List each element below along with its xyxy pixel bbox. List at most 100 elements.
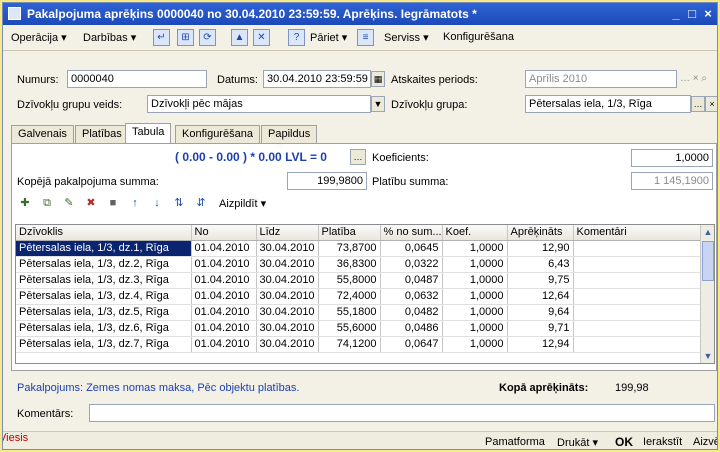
menu-darbibas[interactable]: Darbības ▾ — [83, 31, 136, 44]
table-cell[interactable]: 01.04.2010 — [191, 288, 257, 305]
table-cell[interactable]: 9,71 — [507, 320, 574, 337]
close-form-button[interactable]: Aizvērt — [693, 436, 717, 448]
pakalpojums-link[interactable]: Pakalpojums: Zemes nomas maksa, Pēc obje… — [17, 382, 299, 394]
table-cell[interactable]: 01.04.2010 — [191, 272, 257, 289]
table-cell[interactable] — [573, 336, 703, 353]
table-cell[interactable]: 73,8700 — [318, 240, 381, 257]
enter-icon[interactable]: ↵ — [153, 29, 170, 46]
sort-desc-icon[interactable]: ⇵ — [193, 195, 209, 211]
grupu-veids-select[interactable]: Dzīvokļi pēc mājas — [147, 95, 371, 113]
komentars-field[interactable] — [89, 404, 715, 422]
table-cell[interactable]: Pētersalas iela, 1/3, dz.5, Rīga — [16, 304, 192, 321]
grupa-field[interactable]: Pētersalas iela, 1/3, Rīga — [525, 95, 691, 113]
table-cell[interactable]: 36,8300 — [318, 256, 381, 273]
table-cell[interactable]: 1,0000 — [442, 320, 508, 337]
column-header[interactable]: Aprēķināts — [507, 225, 574, 241]
menu-serviss[interactable]: Serviss ▾ — [384, 31, 429, 44]
table-cell[interactable]: 0,0322 — [380, 256, 443, 273]
scroll-up-icon[interactable]: ▲ — [701, 225, 714, 239]
table-cell[interactable]: 30.04.2010 — [256, 288, 319, 305]
tab-konfiguresana[interactable]: Konfigurēšana — [175, 125, 260, 143]
edit-row-icon[interactable]: ✎ — [61, 195, 77, 211]
table-cell[interactable]: 12,64 — [507, 288, 574, 305]
scrollbar-thumb[interactable] — [702, 241, 714, 281]
table-cell[interactable]: 1,0000 — [442, 272, 508, 289]
column-header[interactable]: Komentāri — [573, 225, 703, 241]
table-cell[interactable]: 0,0486 — [380, 320, 443, 337]
select-ellipsis-icon[interactable]: … — [691, 96, 705, 112]
table-cell[interactable]: Pētersalas iela, 1/3, dz.3, Rīga — [16, 272, 192, 289]
print-button[interactable]: Drukāt ▾ — [557, 436, 598, 449]
tab-tabula[interactable]: Tabula — [125, 123, 172, 144]
kopeja-field[interactable]: 199,9800 — [287, 172, 367, 190]
table-cell[interactable]: 72,4000 — [318, 288, 381, 305]
end-edit-icon[interactable]: ■ — [105, 195, 121, 211]
table-row[interactable]: Pētersalas iela, 1/3, dz.6, Rīga 01.04.2… — [16, 320, 703, 337]
table-cell[interactable]: Pētersalas iela, 1/3, dz.4, Rīga — [16, 288, 192, 305]
table-cell[interactable]: Pētersalas iela, 1/3, dz.2, Rīga — [16, 256, 192, 273]
column-header[interactable]: No — [191, 225, 257, 241]
period-controls-icon[interactable]: … × ⌕ — [680, 73, 707, 84]
table-cell[interactable]: 55,1800 — [318, 304, 381, 321]
table-cell[interactable]: 30.04.2010 — [256, 256, 319, 273]
table-cell[interactable]: 0,0645 — [380, 240, 443, 257]
delete-row-icon[interactable]: ✖ — [83, 195, 99, 211]
column-header[interactable]: Platība — [318, 225, 381, 241]
sort-asc-icon[interactable]: ⇅ — [171, 195, 187, 211]
table-cell[interactable]: 0,0487 — [380, 272, 443, 289]
table-cell[interactable]: 0,0632 — [380, 288, 443, 305]
table-cell[interactable]: 74,1200 — [318, 336, 381, 353]
table-cell[interactable]: 30.04.2010 — [256, 304, 319, 321]
aizpildit-button[interactable]: Aizpildīt ▾ — [219, 197, 266, 210]
table-cell[interactable] — [573, 256, 703, 273]
table-cell[interactable]: 30.04.2010 — [256, 320, 319, 337]
refresh-icon[interactable]: ⟳ — [199, 29, 216, 46]
unpost-icon[interactable]: ✕ — [253, 29, 270, 46]
close-button[interactable]: × — [699, 5, 717, 23]
table-row[interactable]: Pētersalas iela, 1/3, dz.4, Rīga 01.04.2… — [16, 288, 703, 305]
table-cell[interactable]: 01.04.2010 — [191, 256, 257, 273]
table-cell[interactable]: 55,8000 — [318, 272, 381, 289]
table-cell[interactable]: 12,90 — [507, 240, 574, 257]
calendar-icon[interactable]: ▦ — [371, 71, 385, 87]
chevron-down-icon[interactable]: ▼ — [371, 96, 385, 112]
help-icon[interactable]: ? — [288, 29, 305, 46]
table-cell[interactable]: 6,43 — [507, 256, 574, 273]
table-cell[interactable]: 1,0000 — [442, 304, 508, 321]
table-cell[interactable]: 30.04.2010 — [256, 240, 319, 257]
table-cell[interactable]: 0,0482 — [380, 304, 443, 321]
table-row[interactable]: Pētersalas iela, 1/3, dz.2, Rīga 01.04.2… — [16, 256, 703, 273]
table-cell[interactable]: 9,64 — [507, 304, 574, 321]
table-cell[interactable]: 1,0000 — [442, 288, 508, 305]
move-up-icon[interactable]: ↑ — [127, 195, 143, 211]
menu-pariet[interactable]: Pāriet ▾ — [310, 31, 347, 44]
table-cell[interactable]: 01.04.2010 — [191, 320, 257, 337]
table-row[interactable]: Pētersalas iela, 1/3, dz.7, Rīga 01.04.2… — [16, 336, 703, 353]
column-header[interactable]: Koef. — [442, 225, 508, 241]
table-cell[interactable] — [573, 304, 703, 321]
structure-icon[interactable]: ⊞ — [177, 29, 194, 46]
atskaites-field[interactable]: Aprīlis 2010 — [525, 70, 677, 88]
table-cell[interactable] — [573, 288, 703, 305]
add-row-icon[interactable]: ✚ — [17, 195, 33, 211]
table-cell[interactable]: 01.04.2010 — [191, 240, 257, 257]
column-header[interactable]: % no sum... — [380, 225, 443, 241]
formula-ellipsis-button[interactable]: … — [350, 149, 366, 165]
table-cell[interactable]: 01.04.2010 — [191, 336, 257, 353]
calculation-table[interactable]: Dzīvoklis No Līdz Platība % no sum... Ko… — [15, 224, 715, 364]
numurs-field[interactable]: 0000040 — [67, 70, 207, 88]
table-cell[interactable] — [573, 272, 703, 289]
table-cell[interactable]: 0,0647 — [380, 336, 443, 353]
post-icon[interactable]: ▲ — [231, 29, 248, 46]
table-cell[interactable]: 12,94 — [507, 336, 574, 353]
table-cell[interactable]: 01.04.2010 — [191, 304, 257, 321]
table-row[interactable]: Pētersalas iela, 1/3, dz.1, Rīga 01.04.2… — [16, 240, 703, 257]
tab-galvenais[interactable]: Galvenais — [11, 125, 74, 143]
tab-papildus[interactable]: Papildus — [261, 125, 318, 143]
table-cell[interactable]: Pētersalas iela, 1/3, dz.1, Rīga — [16, 240, 192, 257]
datums-field[interactable]: 30.04.2010 23:59:59 — [263, 70, 371, 88]
table-cell[interactable]: 1,0000 — [442, 240, 508, 257]
column-header[interactable]: Līdz — [256, 225, 319, 241]
table-cell[interactable]: 1,0000 — [442, 336, 508, 353]
pamatforma-button[interactable]: Pamatforma — [485, 436, 545, 448]
